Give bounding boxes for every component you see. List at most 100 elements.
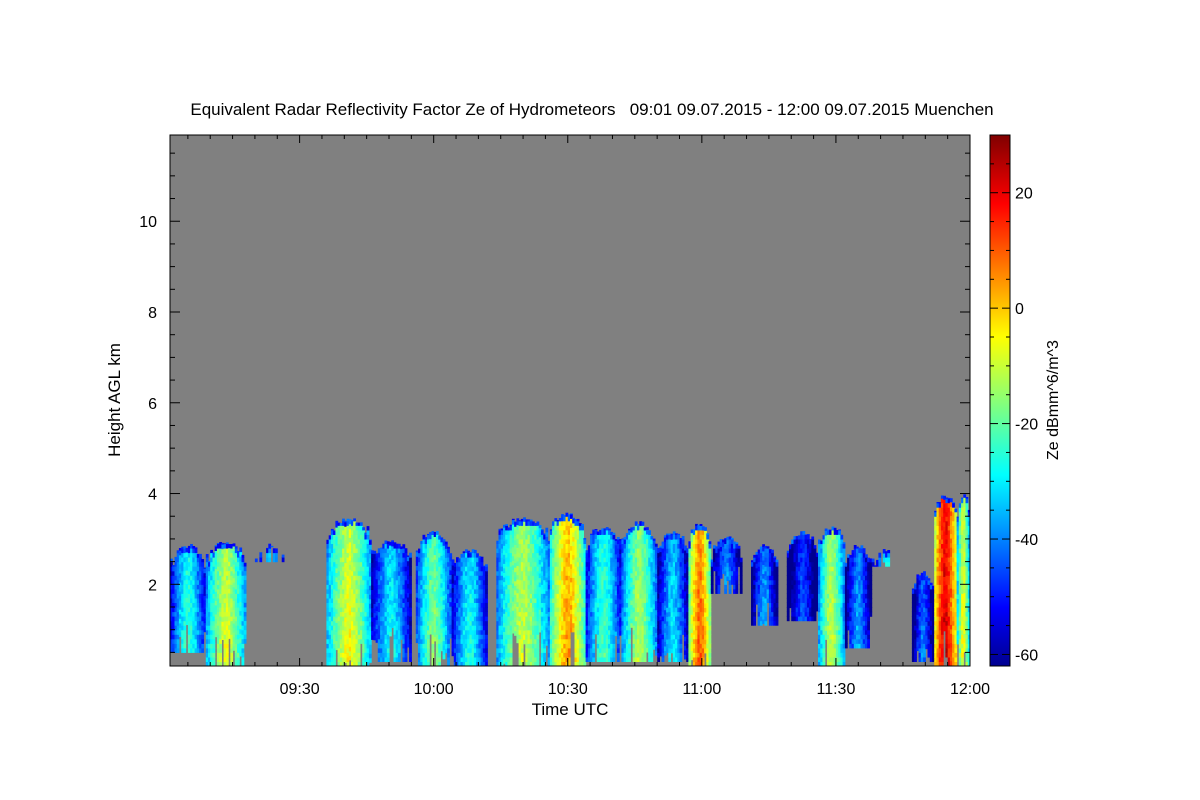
echo-cell: [243, 602, 247, 608]
echo-cell: [628, 656, 631, 662]
echo-column: [496, 517, 551, 666]
echo-column: [205, 542, 247, 666]
echo-cell: [368, 539, 372, 541]
echo-cell: [480, 556, 484, 558]
echo-cell: [362, 527, 365, 531]
echo-cell: [592, 656, 596, 662]
echo-cell: [652, 538, 656, 541]
echo-cell: [183, 634, 187, 640]
echo-cell: [536, 634, 540, 640]
echo-cell: [485, 597, 488, 603]
echo-cell: [281, 557, 285, 563]
echo-cell: [201, 561, 205, 567]
echo-cell: [485, 652, 488, 658]
echo-cell: [212, 652, 216, 658]
echo-cell: [509, 643, 513, 649]
echo-cell: [646, 527, 649, 530]
echo-cell: [545, 536, 549, 542]
echo-cell: [268, 557, 272, 563]
echo-cell: [232, 543, 236, 547]
echo-cell: [485, 566, 488, 572]
echo-cell: [628, 638, 631, 644]
echo-cell: [409, 566, 412, 572]
echo-cell: [243, 629, 247, 635]
echo-cell: [612, 656, 616, 662]
echo-cell: [368, 657, 372, 663]
echo-cell: [643, 656, 647, 662]
echo-cell: [485, 647, 488, 653]
echo-cell: [409, 584, 412, 590]
echo-cell: [176, 643, 180, 649]
echo-cell: [628, 634, 631, 640]
echo-cell: [386, 656, 390, 662]
echo-cell: [583, 538, 587, 540]
echo-cell: [409, 611, 412, 617]
echo-cell: [583, 543, 587, 549]
echo-cell: [404, 548, 408, 554]
echo-cell: [442, 539, 446, 542]
echo-cell: [427, 656, 430, 662]
echo-cell: [616, 647, 620, 653]
echo-cell: [543, 656, 546, 662]
echo-cell: [473, 549, 477, 554]
echo-cell: [628, 643, 631, 649]
echo-cell: [485, 611, 488, 617]
echo-cell: [409, 625, 412, 631]
echo-cell: [608, 528, 611, 531]
echo-cell: [616, 638, 620, 644]
echo-cell: [427, 652, 430, 658]
echo-cell: [431, 643, 435, 649]
echo-cell: [581, 529, 584, 535]
echo-cell: [592, 634, 596, 640]
echo-cell: [592, 643, 596, 649]
echo-cell: [594, 529, 598, 530]
echo-cell: [205, 554, 209, 558]
echo-cell: [576, 518, 580, 522]
echo-cell: [259, 552, 263, 554]
echo-cell: [366, 534, 370, 540]
echo-cell: [570, 513, 573, 515]
echo-cell: [612, 643, 616, 649]
echo-cell: [616, 643, 620, 649]
echo-cell: [612, 534, 616, 540]
echo-cell: [409, 629, 412, 635]
echo-cell: [259, 552, 263, 558]
echo-cell: [230, 656, 234, 662]
echo-cell: [485, 616, 488, 622]
echo-cell: [357, 647, 361, 653]
echo-cell: [409, 620, 412, 626]
echo-cell: [485, 620, 488, 626]
echo-cell: [485, 564, 488, 567]
echo-cell: [241, 557, 245, 563]
echo-cell: [536, 638, 540, 644]
echo-cell: [275, 557, 278, 563]
echo-cell: [509, 647, 513, 653]
echo-cell: [427, 638, 430, 644]
echo-cell: [268, 552, 272, 558]
echo-cell: [357, 652, 361, 658]
echo-cell: [239, 547, 243, 553]
echo-cell: [612, 532, 616, 535]
echo-cell: [243, 597, 247, 603]
echo-cell: [199, 553, 202, 558]
echo-cell: [241, 652, 245, 658]
echo-cell: [572, 517, 575, 519]
echo-cell: [505, 524, 508, 526]
echo-cell: [397, 643, 401, 649]
echo-cell: [402, 544, 406, 549]
echo-cell: [241, 656, 245, 662]
echo-cell: [366, 526, 370, 531]
echo-cell: [409, 602, 412, 608]
echo-cell: [447, 548, 450, 554]
echo-cell: [386, 638, 390, 644]
echo-cell: [368, 544, 372, 550]
echo-cell: [333, 652, 336, 658]
echo-cell: [427, 643, 430, 649]
echo-cell: [511, 518, 515, 521]
echo-cell: [243, 620, 247, 626]
echo-cell: [409, 634, 412, 640]
echo-cell: [545, 531, 549, 537]
echo-cell: [219, 652, 222, 658]
echo-cell: [230, 652, 234, 658]
echo-cell: [243, 575, 247, 581]
